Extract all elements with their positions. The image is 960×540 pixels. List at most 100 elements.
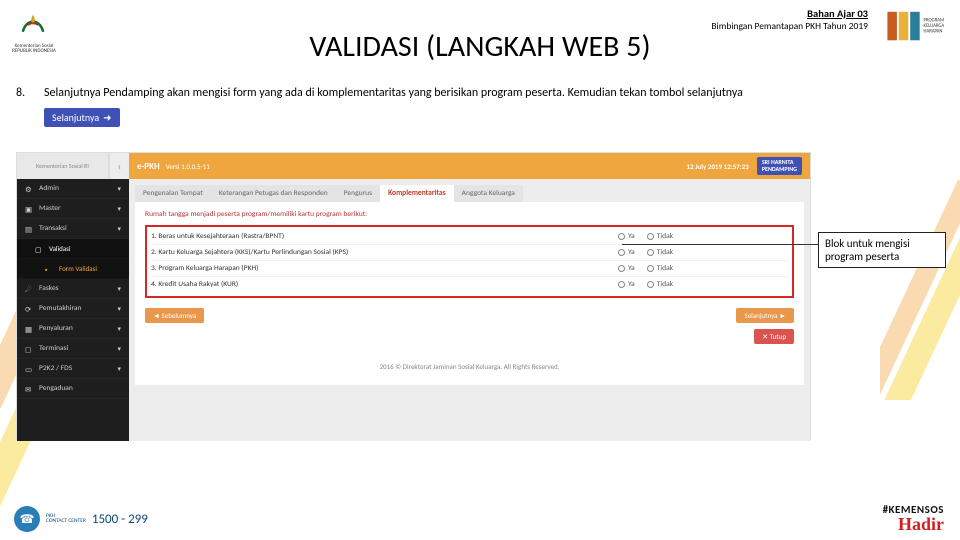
hadir-script-text: Hadir (883, 516, 944, 532)
row-label: Kredit Usaha Rakyat (KUR) (158, 280, 238, 289)
app-topbar: Kementerian Sosial RI ‹ e-PKH Versi 1.0.… (17, 153, 810, 179)
user-role: PENDAMPING (762, 166, 797, 173)
radio-icon (618, 249, 625, 256)
header-meta: Bahan Ajar 03 Bimbingan Pemantapan PKH T… (711, 8, 868, 32)
radio-tidak[interactable]: Tidak (647, 248, 673, 257)
tab-bar: Pengenalan Tempat Keterangan Petugas dan… (135, 185, 804, 202)
back-button[interactable]: ‹ (109, 153, 129, 179)
refresh-icon: ⟳ (25, 305, 33, 313)
row-label: Program Keluarga Harapan (PKH) (158, 264, 258, 273)
contact-number: 1500 - 299 (92, 512, 148, 527)
file-icon: ▤ (25, 225, 33, 233)
gear-icon: ⚙ (25, 185, 33, 193)
tab-anggota-keluarga[interactable]: Anggota Keluarga (454, 185, 523, 202)
app-ministry-logo: Kementerian Sosial RI (17, 153, 109, 179)
app-body: ⚙ Admin ▾ ▣Master▾ ▤ Transaksi ▾ ▢Validasi ▪… (17, 179, 810, 441)
radio-ya[interactable]: Ya (618, 264, 635, 273)
sidebar-label: Faskes (39, 284, 59, 293)
app-screenshot: Kementerian Sosial RI ‹ e-PKH Versi 1.0.… (16, 152, 811, 440)
radio-tidak-label: Tidak (657, 264, 673, 273)
contact-label-mid: CONTACT CENTER (46, 519, 86, 525)
phone-icon: ☎ (14, 506, 40, 532)
chevron-down-icon: ▾ (117, 224, 121, 233)
sidebar-item-terminasi[interactable]: ◻Terminasi▾ (17, 339, 129, 359)
selanjutnya-label: Selanjutnya (52, 111, 99, 124)
program-row: 2. Kartu Keluarga Sejahtera (KKS)/Kartu … (151, 245, 788, 261)
sidebar-label: Penyaluran (39, 324, 73, 333)
hospital-icon: ☄ (25, 285, 33, 293)
row-num: 3. (151, 264, 157, 273)
radio-ya[interactable]: Ya (618, 248, 635, 257)
sidebar-item-pemutakhiran[interactable]: ⟳ Pemutakhiran ▾ (17, 299, 129, 319)
bg-stripe (880, 180, 960, 400)
header-meta-line2: Bimbingan Pemantapan PKH Tahun 2019 (711, 21, 868, 32)
radio-icon (647, 249, 654, 256)
row-num: 4. (151, 280, 157, 289)
chat-icon: ✉ (25, 385, 33, 393)
user-badge[interactable]: SRI HARNITA PENDAMPING (757, 157, 802, 174)
next-button[interactable]: Selanjutnya ► (736, 308, 794, 323)
tab-pengenalan-tempat[interactable]: Pengenalan Tempat (135, 185, 211, 202)
sidebar-item-transaksi[interactable]: ▤ Transaksi ▾ (17, 219, 129, 239)
sidebar-item-admin[interactable]: ⚙Admin▾ (17, 179, 129, 199)
radio-tidak[interactable]: Tidak (647, 264, 673, 273)
header-meta-line1: Bahan Ajar 03 (711, 8, 868, 21)
sidebar-item-faskes[interactable]: ☄ Faskes ▾ (17, 279, 129, 299)
chevron-down-icon: ▾ (117, 344, 121, 353)
chevron-down-icon: ▾ (117, 284, 121, 293)
radio-tidak-label: Tidak (657, 280, 673, 289)
contact-center: ☎ PKH CONTACT CENTER 1500 - 299 (14, 506, 148, 532)
tab-komplementaritas[interactable]: Komplementaritas (380, 185, 454, 202)
sidebar-label: P2K2 / FDS (39, 364, 72, 373)
radio-tidak[interactable]: Tidak (647, 232, 673, 241)
app-brandbar: e-PKH Versi 1.0.0.5-11 12 July 2019 12:5… (129, 153, 810, 179)
money-icon: ▦ (25, 325, 33, 333)
radio-icon (647, 265, 654, 272)
stop-icon: ◻ (25, 345, 33, 353)
form-panel: Rumah tangga menjadi peserta program/mem… (135, 202, 804, 385)
slide-body: 8. Selanjutnya Pendamping akan mengisi f… (16, 86, 944, 127)
chevron-down-icon: ▾ (117, 364, 121, 373)
kemensos-logo-text: Kementerian Sosial REPUBLIK INDONESIA (10, 44, 58, 54)
radio-icon (647, 281, 654, 288)
sidebar-label: Pemutakhiran (39, 304, 81, 313)
sidebar-label: Admin (39, 184, 59, 193)
bullet-row: 8. Selanjutnya Pendamping akan mengisi f… (16, 86, 944, 100)
selanjutnya-button-sample: Selanjutnya ➜ (44, 108, 120, 127)
radio-ya-label: Ya (628, 248, 635, 257)
app-datetime: 12 July 2019 12:57:23 (687, 162, 749, 171)
sidebar-item-master[interactable]: ▣Master▾ (17, 199, 129, 219)
chevron-down-icon: ▾ (117, 304, 121, 313)
sidebar-item-form-validasi[interactable]: ▪Form Validasi (17, 259, 129, 279)
radio-ya[interactable]: Ya (618, 280, 635, 289)
close-button[interactable]: ✕ Tutup (754, 329, 794, 344)
kemensos-logo (16, 8, 50, 42)
sidebar-label: Form Validasi (59, 264, 97, 273)
sidebar-label: Pengaduan (39, 384, 73, 393)
sidebar-item-penyaluran[interactable]: ▦Penyaluran▾ (17, 319, 129, 339)
sidebar-item-p2k2[interactable]: ▭P2K2 / FDS▾ (17, 359, 129, 379)
radio-tidak[interactable]: Tidak (647, 280, 673, 289)
tab-pengurus[interactable]: Pengurus (336, 185, 380, 202)
sidebar-item-pengaduan[interactable]: ✉ Pengaduan (17, 379, 129, 399)
sidebar-label: Transaksi (39, 224, 67, 233)
radio-ya[interactable]: Ya (618, 232, 635, 241)
radio-ya-label: Ya (628, 264, 635, 273)
radio-icon (618, 233, 625, 240)
logo-left-line2: REPUBLIK INDONESIA (10, 49, 58, 54)
panel-actions: ◄ Sebelumnya Selanjutnya ► (145, 308, 794, 323)
sidebar-item-validasi[interactable]: ▢Validasi (17, 239, 129, 259)
sidebar-label: Master (39, 204, 61, 213)
radio-tidak-label: Tidak (657, 232, 673, 241)
radio-icon (618, 281, 625, 288)
radio-ya-label: Ya (628, 232, 635, 241)
svg-text:HARAPAN: HARAPAN (924, 29, 943, 35)
radio-ya-label: Ya (628, 280, 635, 289)
tab-keterangan-petugas[interactable]: Keterangan Petugas dan Responden (211, 185, 336, 202)
callout-box: Blok untuk mengisi program peserta (818, 232, 946, 268)
bg-stripe (880, 180, 960, 400)
page-title: VALIDASI (LANGKAH WEB 5) (309, 28, 650, 65)
row-num: 2. (151, 248, 157, 257)
prev-button[interactable]: ◄ Sebelumnya (145, 308, 204, 323)
app-brand-name: e-PKH (137, 161, 160, 172)
